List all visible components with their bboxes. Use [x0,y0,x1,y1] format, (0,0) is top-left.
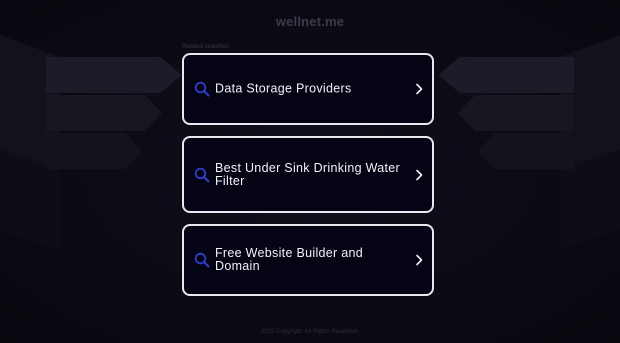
search-icon [194,81,210,97]
related-searches-label: Related searches [182,44,229,50]
search-icon [194,167,210,182]
search-icon [194,252,210,268]
related-search-label: Best Under Sink Drinking Water Filter [215,160,400,188]
page: wellnet.me Related searches Data Storage… [0,0,620,343]
related-search-item[interactable]: Free Website Builder and Domain [182,224,434,296]
chevron-right-icon [416,254,423,266]
related-search-label: Free Website Builder and Domain [215,246,364,273]
chevron-right-icon [416,169,423,180]
footer-copyright: 2025 Copyright. All Rights Reserved. [260,329,360,335]
related-search-item[interactable]: Data Storage Providers [182,53,434,125]
related-search-item[interactable]: Best Under Sink Drinking Water Filter [182,136,434,213]
related-search-label: Data Storage Providers [215,81,352,96]
domain-title: wellnet.me [275,14,345,29]
chevron-right-icon [416,83,423,95]
